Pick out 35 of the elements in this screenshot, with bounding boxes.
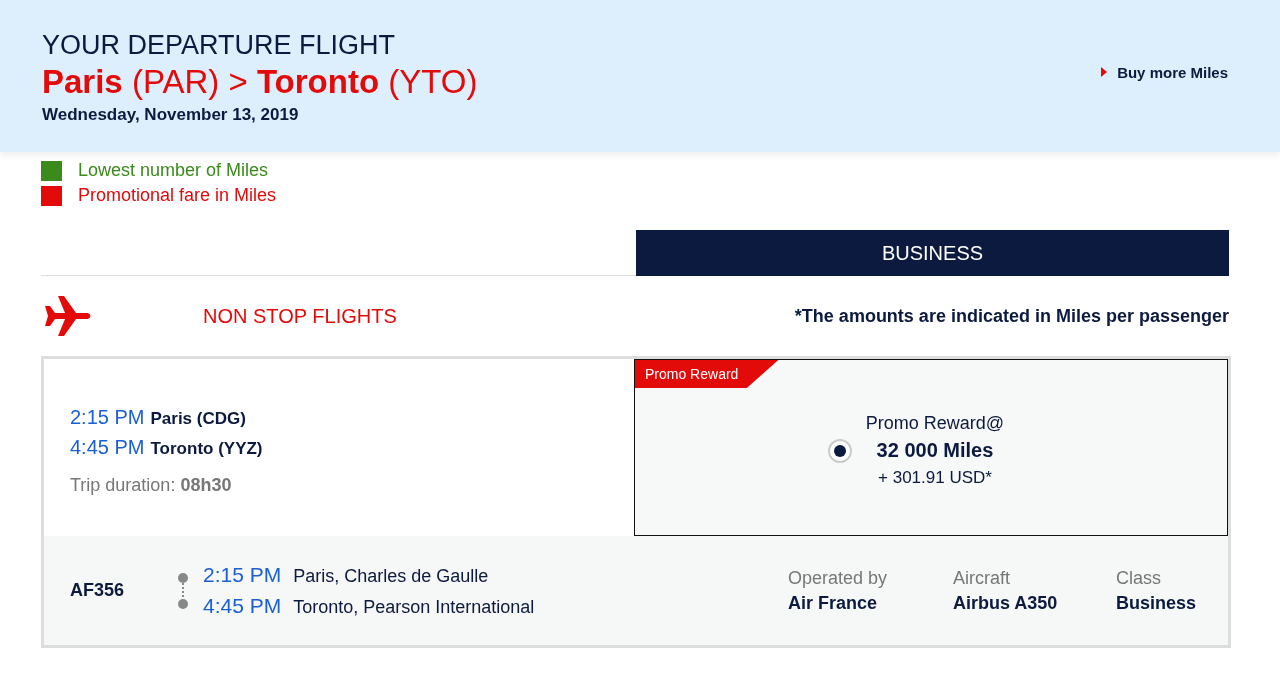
- detail-label: Operated by: [787, 566, 888, 590]
- cabin-header: BUSINESS: [636, 230, 1229, 276]
- airplane-icon: [43, 296, 93, 336]
- triangle-icon: [1101, 67, 1108, 77]
- section-title: NON STOP FLIGHTS: [203, 304, 397, 328]
- detail-value: Air France: [787, 591, 878, 615]
- promo-tag: Promo Reward: [635, 360, 779, 388]
- arrival-airport: Toronto, Pearson International: [293, 595, 535, 619]
- legend-label: Lowest number of Miles: [78, 160, 269, 181]
- detail-value: Airbus A350: [952, 591, 1059, 615]
- flight-number: AF356: [70, 580, 126, 601]
- detail-value: Business: [1115, 591, 1196, 615]
- arrival-airport: Toronto (YYZ): [150, 438, 263, 460]
- duration-label: Trip duration:: [70, 475, 176, 496]
- radio-button[interactable]: [827, 438, 852, 463]
- departure-time: 2:15 PM: [203, 561, 282, 588]
- fare-option[interactable]: Promo Reward Promo Reward@ 32 000 Miles + 301.91 USD*: [634, 359, 1228, 536]
- legend-label: Promotional fare in Miles: [78, 185, 277, 206]
- detail-label: Class: [1115, 566, 1162, 590]
- detail-label: Aircraft: [952, 566, 1011, 590]
- route-title: Paris (PAR) > Toronto (YTO): [42, 62, 478, 102]
- departure-airport: Paris (CDG): [150, 408, 246, 430]
- buy-miles-link[interactable]: Buy more Miles: [1101, 63, 1228, 81]
- miles-note: *The amounts are indicated in Miles per passenger: [794, 305, 1229, 327]
- departure-time: 2:15 PM: [70, 405, 145, 430]
- timeline-icon: [177, 571, 189, 610]
- miles-price: 32 000 Miles: [876, 438, 994, 463]
- flight-date: Wednesday, November 13, 2019: [42, 104, 300, 126]
- fare-name: Promo Reward@: [865, 412, 1005, 435]
- departure-airport: Paris, Charles de Gaulle: [293, 564, 489, 588]
- tax-amount: + 301.91 USD*: [878, 467, 992, 489]
- arrival-time: 4:45 PM: [203, 592, 282, 619]
- page-heading: YOUR DEPARTURE FLIGHT: [42, 29, 397, 61]
- duration-value: 08h30: [180, 475, 232, 496]
- arrival-time: 4:45 PM: [70, 435, 145, 460]
